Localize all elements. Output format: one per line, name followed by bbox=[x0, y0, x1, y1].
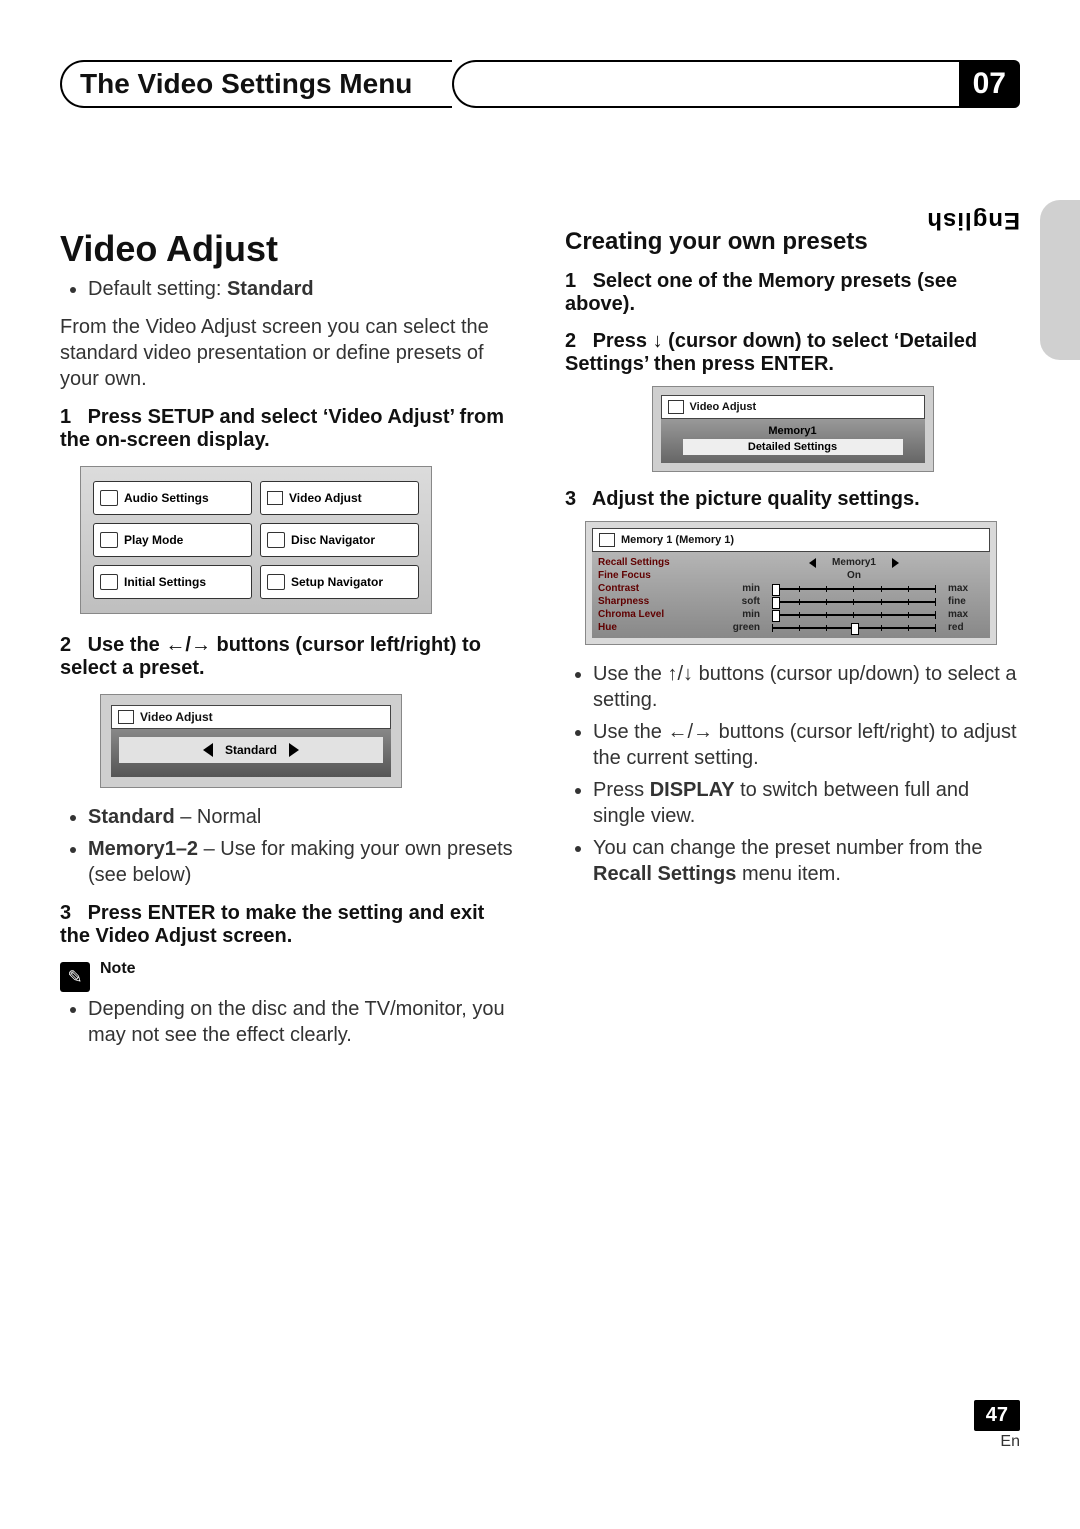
section-title: Video Adjust bbox=[60, 228, 515, 270]
play-icon bbox=[100, 532, 118, 548]
left-column: Video Adjust Default setting: Standard F… bbox=[60, 228, 515, 1060]
osd-btn-disc-navigator[interactable]: Disc Navigator bbox=[260, 523, 419, 557]
sharpness-slider[interactable] bbox=[772, 601, 936, 603]
chapter-title-pill: The Video Settings Menu bbox=[60, 60, 452, 108]
arrow-left-icon: ← bbox=[165, 634, 185, 656]
contrast-slider[interactable] bbox=[772, 588, 936, 590]
chapter-number: 07 bbox=[959, 60, 1020, 108]
note-block: ✎ Note bbox=[60, 960, 515, 992]
tv-icon bbox=[118, 710, 134, 724]
osd-detailed-settings: Video Adjust Memory1 Detailed Settings bbox=[652, 386, 934, 472]
language-label: English bbox=[906, 200, 1040, 240]
osd4-row-recall[interactable]: Recall Settings Memory1 bbox=[598, 556, 984, 569]
bullet-recall: You can change the preset number from th… bbox=[593, 835, 1020, 887]
arrow-right-icon: → bbox=[191, 634, 211, 656]
arrow-right-icon[interactable] bbox=[892, 558, 899, 568]
arrow-down-icon: ↓ bbox=[653, 330, 663, 352]
osd-btn-setup-navigator[interactable]: Setup Navigator bbox=[260, 565, 419, 599]
footer-lang: En bbox=[60, 1433, 1020, 1451]
osd-picture-quality: Memory 1 (Memory 1) Recall Settings Memo… bbox=[585, 521, 997, 645]
arrow-left-icon[interactable] bbox=[203, 743, 213, 757]
left-step-1: 1 Press SETUP and select ‘Video Adjust’ … bbox=[60, 406, 515, 452]
hue-slider[interactable] bbox=[772, 627, 936, 629]
arrow-down-icon: ↓ bbox=[683, 663, 693, 685]
tv-icon bbox=[267, 491, 283, 505]
osd4-row-hue[interactable]: Hue green red bbox=[598, 621, 984, 634]
default-setting-line: Default setting: Standard bbox=[88, 276, 515, 302]
osd4-row-chroma[interactable]: Chroma Level min max bbox=[598, 608, 984, 621]
page-footer: 47 En bbox=[60, 1400, 1020, 1451]
right-step-1: 1 Select one of the Memory presets (see … bbox=[565, 270, 1020, 316]
disc-icon bbox=[267, 532, 285, 548]
note-icon: ✎ bbox=[60, 962, 90, 992]
tv-icon bbox=[668, 400, 684, 414]
osd4-row-finefocus[interactable]: Fine Focus On bbox=[598, 569, 984, 582]
osd3-detailed-settings[interactable]: Detailed Settings bbox=[683, 439, 903, 455]
chapter-header: The Video Settings Menu 07 bbox=[60, 60, 1020, 108]
audio-icon bbox=[100, 490, 118, 506]
osd4-title: Memory 1 (Memory 1) bbox=[592, 528, 990, 552]
left-step-2: 2 Use the ←/→ buttons (cursor left/right… bbox=[60, 634, 515, 680]
tv-icon bbox=[599, 533, 615, 547]
arrow-left-icon[interactable] bbox=[809, 558, 816, 568]
chapter-title: The Video Settings Menu bbox=[80, 68, 412, 100]
recall-value: Memory1 bbox=[832, 557, 876, 568]
bullet-leftright: Use the ←/→ buttons (cursor left/right) … bbox=[593, 719, 1020, 771]
bullet-updown: Use the ↑/↓ buttons (cursor up/down) to … bbox=[593, 661, 1020, 713]
finefocus-value: On bbox=[770, 570, 938, 581]
note-text: Depending on the disc and the TV/monitor… bbox=[88, 996, 515, 1048]
language-tab: English bbox=[1040, 200, 1080, 360]
arrow-right-icon: → bbox=[693, 721, 713, 743]
right-step-2: 2 Press ↓ (cursor down) to select ‘Detai… bbox=[565, 330, 1020, 376]
right-column: Creating your own presets 1 Select one o… bbox=[565, 228, 1020, 1060]
arrow-up-icon: ↑ bbox=[667, 663, 677, 685]
osd-video-adjust-preset: Video Adjust Standard bbox=[100, 694, 402, 788]
arrow-right-icon[interactable] bbox=[289, 743, 299, 757]
intro-paragraph: From the Video Adjust screen you can sel… bbox=[60, 314, 515, 392]
osd2-title: Video Adjust bbox=[111, 705, 391, 729]
osd-btn-initial-settings[interactable]: Initial Settings bbox=[93, 565, 252, 599]
osd3-memory-label: Memory1 bbox=[661, 423, 925, 439]
osd4-row-contrast[interactable]: Contrast min max bbox=[598, 582, 984, 595]
chroma-slider[interactable] bbox=[772, 614, 936, 616]
setup-icon bbox=[267, 574, 285, 590]
bullet-display: Press DISPLAY to switch between full and… bbox=[593, 777, 1020, 829]
right-step-3: 3 Adjust the picture quality settings. bbox=[565, 488, 1020, 511]
preset-standard: Standard – Normal bbox=[88, 804, 515, 830]
osd4-row-sharpness[interactable]: Sharpness soft fine bbox=[598, 595, 984, 608]
arrow-left-icon: ← bbox=[667, 721, 687, 743]
osd-setup-menu: Audio Settings Video Adjust Play Mode Di… bbox=[80, 466, 432, 614]
page-number: 47 bbox=[974, 1400, 1020, 1431]
chapter-spacer bbox=[452, 60, 958, 108]
left-step-3: 3 Press ENTER to make the setting and ex… bbox=[60, 902, 515, 948]
osd2-selected-value: Standard bbox=[225, 743, 277, 757]
osd-btn-play-mode[interactable]: Play Mode bbox=[93, 523, 252, 557]
osd3-title: Video Adjust bbox=[661, 395, 925, 419]
preset-memory: Memory1–2 – Use for making your own pres… bbox=[88, 836, 515, 888]
initial-icon bbox=[100, 574, 118, 590]
osd-btn-video-adjust[interactable]: Video Adjust bbox=[260, 481, 419, 515]
note-label: Note bbox=[100, 960, 136, 978]
osd-btn-audio-settings[interactable]: Audio Settings bbox=[93, 481, 252, 515]
